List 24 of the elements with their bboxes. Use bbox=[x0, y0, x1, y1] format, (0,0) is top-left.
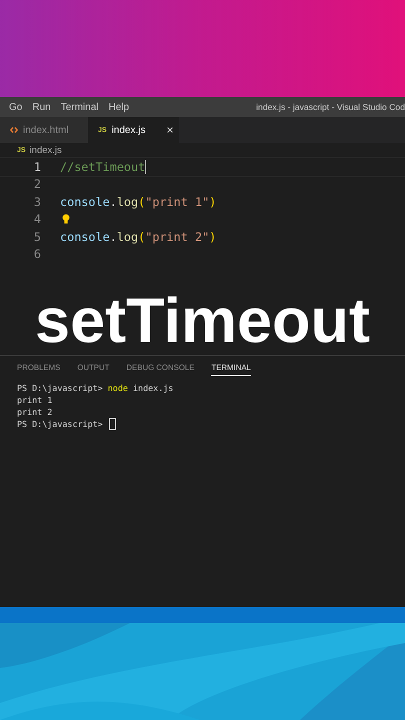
editor-tab[interactable]: index.html bbox=[0, 117, 88, 143]
terminal-line: PS D:\javascript> bbox=[17, 418, 104, 430]
line-number: 2 bbox=[32, 177, 41, 192]
code-line: console.log("print 2") bbox=[60, 230, 216, 244]
menu-item[interactable]: Run bbox=[27, 102, 56, 112]
code-line: //setTimeout bbox=[60, 160, 146, 174]
menu-item[interactable]: Terminal bbox=[56, 102, 104, 112]
terminal-line: print 2 bbox=[17, 406, 52, 418]
menu-item[interactable]: Go bbox=[4, 102, 28, 112]
terminal-line: PS D:\javascript> node index.js bbox=[17, 382, 174, 394]
video-caption: setTimeout bbox=[35, 290, 370, 355]
line-number: 3 bbox=[32, 194, 41, 209]
close-icon[interactable]: × bbox=[166, 123, 174, 137]
window-title: index.js - javascript - Visual Studio Cod bbox=[256, 102, 405, 112]
line-number: 5 bbox=[32, 230, 41, 244]
breadcrumb-item[interactable]: index.js bbox=[30, 145, 62, 156]
menu-item[interactable]: Help bbox=[104, 102, 134, 112]
lightbulb-icon[interactable] bbox=[62, 214, 70, 224]
code-line: console.log("print 1") bbox=[60, 194, 216, 209]
line-number: 6 bbox=[32, 247, 41, 262]
code-file-icon bbox=[10, 127, 18, 133]
line-number: 1 bbox=[32, 160, 41, 174]
line-number: 4 bbox=[32, 212, 41, 226]
terminal-line: print 1 bbox=[17, 394, 52, 406]
